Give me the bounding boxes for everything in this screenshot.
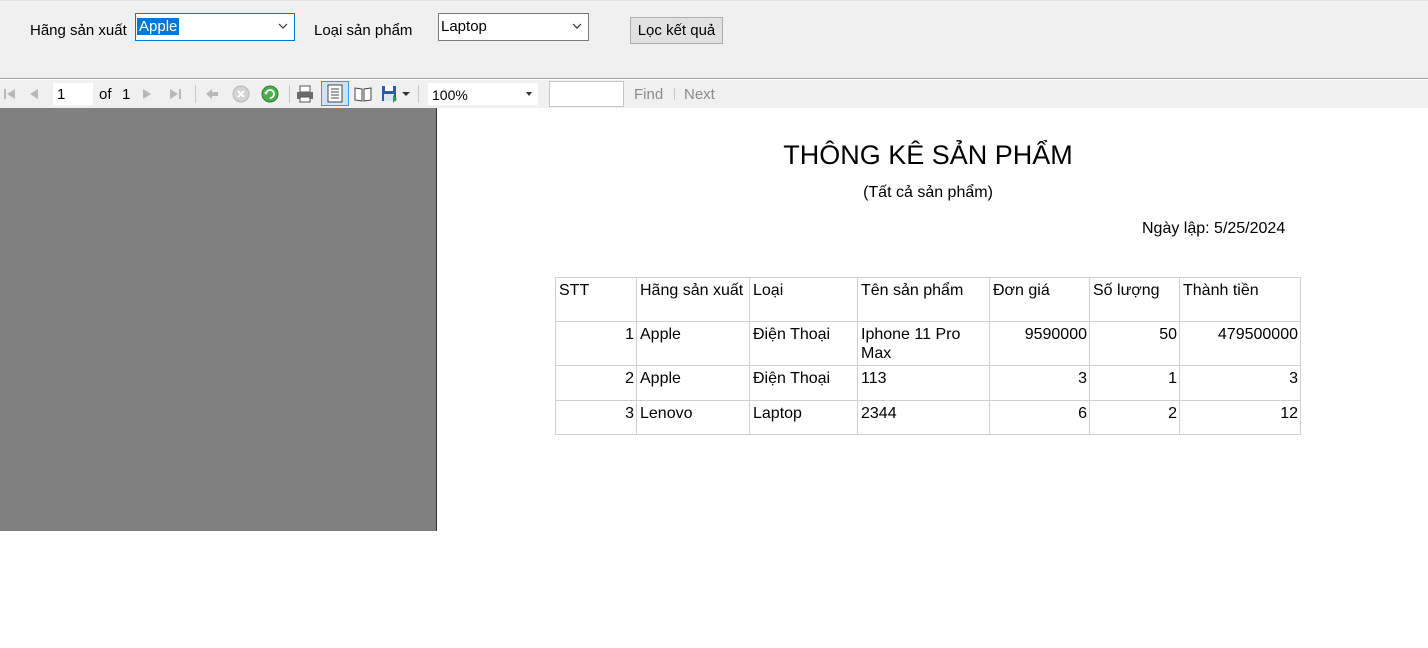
filter-button[interactable]: Lọc kết quả: [630, 17, 723, 44]
table-cell: 2: [555, 365, 637, 401]
of-label: of: [99, 86, 112, 103]
find-link[interactable]: Find: [634, 86, 663, 103]
category-select[interactable]: Laptop: [438, 13, 589, 41]
table-row: 2 Apple Điện Thoại 113 3 1 3: [555, 365, 1301, 401]
total-pages: 1: [122, 86, 131, 103]
find-input[interactable]: [549, 81, 624, 107]
manufacturer-label: Hãng sản xuất: [30, 22, 127, 39]
table-cell: Iphone 11 Pro Max: [857, 321, 990, 366]
report-viewer-background: [0, 108, 437, 531]
report-date: Ngày lập: 5/25/2024: [1142, 220, 1286, 237]
manufacturer-select[interactable]: Apple: [135, 13, 295, 41]
header-cell: Loại: [749, 277, 858, 322]
chevron-down-icon: [526, 92, 532, 96]
table-cell: 6: [989, 400, 1090, 435]
table-cell: Laptop: [749, 400, 858, 435]
print-layout-icon: [327, 84, 343, 103]
zoom-select[interactable]: 100%: [428, 83, 538, 105]
category-value: Laptop: [441, 18, 487, 35]
report-title: THÔNG KÊ SẢN PHẨM: [783, 140, 1073, 170]
export-dropdown-icon[interactable]: [402, 91, 410, 97]
export-save-icon[interactable]: [380, 84, 400, 104]
category-label: Loại sản phẩm: [314, 22, 413, 39]
page-number-input[interactable]: 1: [53, 83, 93, 105]
print-icon[interactable]: [295, 84, 315, 104]
header-cell: STT: [555, 277, 637, 322]
table-cell: 9590000: [989, 321, 1090, 366]
refresh-icon[interactable]: [260, 84, 280, 104]
table-cell: Apple: [636, 321, 750, 366]
table-cell: 2344: [857, 400, 990, 435]
table-cell: Điện Thoại: [749, 321, 858, 366]
table-cell: Lenovo: [636, 400, 750, 435]
header-cell: Thành tiền: [1179, 277, 1301, 322]
header-cell: Đơn giá: [989, 277, 1090, 322]
next-link[interactable]: Next: [684, 86, 715, 103]
report-toolbar: 1 of 1 100% Find Next: [0, 80, 1428, 108]
header-cell: Hãng sản xuất: [636, 277, 750, 322]
table-header-row: STT Hãng sản xuất Loại Tên sản phẩm Đơn …: [555, 277, 1301, 322]
stop-icon[interactable]: [231, 84, 251, 104]
chevron-down-icon: [572, 23, 582, 29]
previous-page-icon[interactable]: [24, 84, 44, 104]
report-table: STT Hãng sản xuất Loại Tên sản phẩm Đơn …: [555, 277, 1301, 435]
table-cell: Điện Thoại: [749, 365, 858, 401]
filter-panel: Hãng sản xuất Apple Loại sản phẩm Laptop…: [0, 0, 1428, 79]
print-layout-button[interactable]: [321, 81, 349, 106]
manufacturer-value: Apple: [137, 18, 180, 35]
next-page-icon[interactable]: [137, 84, 157, 104]
chevron-down-icon: [278, 23, 288, 29]
table-cell: 3: [555, 400, 637, 435]
last-page-icon[interactable]: [165, 84, 185, 104]
toolbar-separator: [195, 85, 196, 103]
table-cell: 3: [1179, 365, 1301, 401]
header-cell: Số lượng: [1089, 277, 1180, 322]
back-to-parent-icon[interactable]: [202, 84, 222, 104]
table-cell: 113: [857, 365, 990, 401]
toolbar-separator: [674, 88, 675, 100]
toolbar-separator: [418, 85, 419, 103]
toolbar-separator: [289, 85, 290, 103]
table-cell: 2: [1089, 400, 1180, 435]
first-page-icon[interactable]: [0, 84, 20, 104]
table-cell: 1: [555, 321, 637, 366]
table-cell: Apple: [636, 365, 750, 401]
table-row: 3 Lenovo Laptop 2344 6 2 12: [555, 400, 1301, 435]
zoom-value: 100%: [432, 87, 468, 103]
table-row: 1 Apple Điện Thoại Iphone 11 Pro Max 959…: [555, 321, 1301, 366]
report-subtitle: (Tất cả sản phẩm): [863, 184, 993, 201]
table-cell: 3: [989, 365, 1090, 401]
page-number-value: 1: [57, 86, 66, 103]
table-cell: 1: [1089, 365, 1180, 401]
page-setup-icon[interactable]: [353, 84, 373, 104]
table-cell: 12: [1179, 400, 1301, 435]
table-cell: 479500000: [1179, 321, 1301, 366]
table-cell: 50: [1089, 321, 1180, 366]
header-cell: Tên sản phẩm: [857, 277, 990, 322]
